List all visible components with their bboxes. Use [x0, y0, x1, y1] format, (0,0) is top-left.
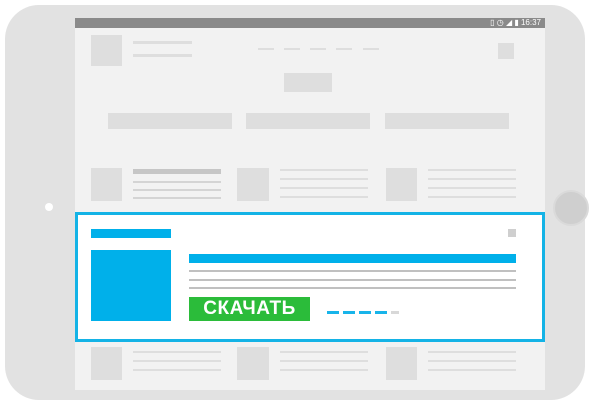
dash-decoration [375, 311, 387, 314]
card-thumbnail-placeholder [237, 168, 269, 201]
card-line-placeholder [428, 169, 516, 171]
status-time: 16:37 [520, 18, 541, 27]
status-bar: ▯ ◷ ◢ ▮ 16:37 [75, 18, 545, 28]
card-line-placeholder [133, 360, 221, 362]
nav-item-placeholder[interactable] [336, 48, 352, 50]
card-line-placeholder [280, 169, 368, 171]
download-button[interactable]: СКАЧАТЬ [189, 297, 310, 321]
category-bar-placeholder[interactable] [108, 113, 232, 129]
menu-icon-placeholder[interactable] [498, 43, 514, 59]
card-thumbnail-placeholder [91, 168, 122, 201]
dash-decoration [327, 311, 339, 314]
dash-decoration [343, 311, 355, 314]
card-line-placeholder [280, 196, 368, 198]
button-placeholder[interactable] [284, 73, 332, 92]
site-subtitle-placeholder [133, 54, 192, 57]
close-icon[interactable] [508, 229, 516, 237]
card-line-placeholder [280, 187, 368, 189]
nav-item-placeholder[interactable] [258, 48, 274, 50]
status-icons: ▯ ◷ ◢ ▮ [490, 18, 521, 27]
banner-image [91, 250, 171, 321]
status-bar-right: ▯ ◷ ◢ ▮ 16:37 [490, 18, 541, 28]
banner-headline-bar [189, 254, 516, 263]
tablet-screen: ▯ ◷ ◢ ▮ 16:37 СКАЧАТЬ [75, 18, 545, 390]
card-line-placeholder [280, 360, 368, 362]
card-line-placeholder [428, 178, 516, 180]
card-line-placeholder [428, 369, 516, 371]
banner-text-line [189, 287, 516, 289]
card-line-placeholder [280, 369, 368, 371]
card-line-placeholder [428, 196, 516, 198]
card-thumbnail-placeholder [386, 168, 417, 201]
banner-text-line [189, 279, 516, 281]
card-line-placeholder [133, 181, 221, 183]
home-button[interactable] [553, 190, 589, 226]
logo-placeholder [91, 35, 122, 66]
banner-title-bar [91, 229, 171, 238]
card-line-placeholder [133, 351, 221, 353]
card-line-placeholder [133, 369, 221, 371]
front-camera [45, 203, 53, 211]
card-line-placeholder [428, 187, 516, 189]
card-line-placeholder [133, 197, 221, 199]
card-line-placeholder [280, 178, 368, 180]
card-thumbnail-placeholder [237, 347, 269, 380]
card-line-placeholder [428, 360, 516, 362]
banner-text-line [189, 270, 516, 272]
card-title-placeholder [133, 169, 221, 174]
category-bar-placeholder[interactable] [246, 113, 370, 129]
site-title-placeholder [133, 41, 192, 44]
ad-banner[interactable]: СКАЧАТЬ [75, 212, 545, 342]
card-line-placeholder [280, 351, 368, 353]
card-thumbnail-placeholder [91, 347, 122, 380]
dash-decoration [359, 311, 371, 314]
nav-item-placeholder[interactable] [363, 48, 379, 50]
category-bar-placeholder[interactable] [385, 113, 509, 129]
card-line-placeholder [133, 189, 221, 191]
card-thumbnail-placeholder [386, 347, 417, 380]
card-line-placeholder [428, 351, 516, 353]
nav-item-placeholder[interactable] [284, 48, 300, 50]
nav-item-placeholder[interactable] [310, 48, 326, 50]
dash-decoration [391, 311, 399, 314]
